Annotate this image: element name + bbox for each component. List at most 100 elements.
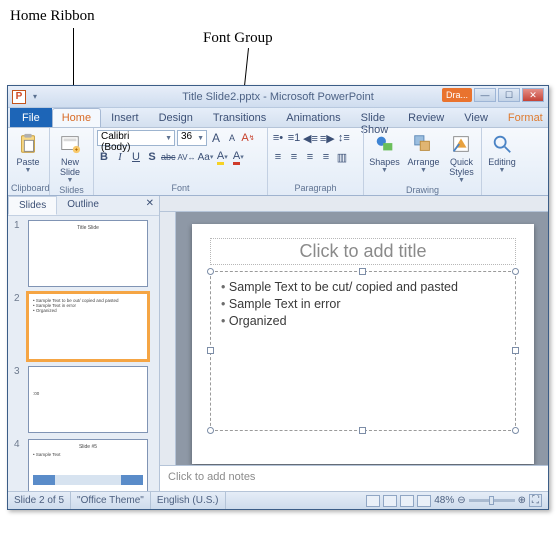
shrink-font-button[interactable]: A — [225, 130, 239, 146]
resize-handle[interactable] — [512, 347, 519, 354]
align-left-button[interactable]: ≡ — [271, 149, 285, 165]
tab-home[interactable]: Home — [52, 108, 101, 127]
tab-insert[interactable]: Insert — [101, 108, 149, 127]
thumb-number: 3 — [14, 366, 22, 433]
new-slide-label: New Slide — [60, 157, 80, 177]
paste-button[interactable]: Paste ▼ — [11, 130, 45, 174]
align-center-button[interactable]: ≡ — [287, 149, 301, 165]
font-size-select[interactable]: 36▼ — [177, 130, 207, 146]
tab-design[interactable]: Design — [149, 108, 203, 127]
user-badge[interactable]: Dra... — [442, 88, 472, 102]
group-clipboard: Paste ▼ Clipboard — [8, 128, 50, 195]
grow-font-button[interactable]: A — [209, 130, 223, 146]
slide-thumbnail-3[interactable]: :00 — [28, 366, 148, 433]
notes-pane[interactable]: Click to add notes — [160, 465, 548, 491]
resize-handle[interactable] — [207, 268, 214, 275]
thumb-number: 2 — [14, 293, 22, 360]
status-bar: Slide 2 of 5 "Office Theme" English (U.S… — [8, 491, 548, 509]
underline-button[interactable]: U — [129, 149, 143, 165]
editing-button[interactable]: Editing▼ — [485, 130, 519, 174]
normal-view-button[interactable] — [366, 495, 380, 507]
font-color-button[interactable]: A▾ — [231, 149, 245, 165]
chevron-down-icon: ▼ — [165, 135, 172, 142]
tab-review[interactable]: Review — [398, 108, 454, 127]
bullet-item[interactable]: Organized — [221, 314, 505, 328]
tab-transitions[interactable]: Transitions — [203, 108, 276, 127]
zoom-slider[interactable] — [469, 499, 515, 502]
maximize-button[interactable]: ☐ — [498, 88, 520, 102]
arrange-icon — [412, 132, 434, 156]
slide-thumbnail-2[interactable]: • Sample Text to be out/ copied and past… — [28, 293, 148, 360]
slide-stage[interactable]: Click to add title Sample Text to be cut… — [160, 212, 548, 465]
panel-tab-outline[interactable]: Outline — [57, 196, 109, 215]
panel-tab-slides[interactable]: Slides — [8, 196, 57, 215]
resize-handle[interactable] — [207, 427, 214, 434]
quick-styles-button[interactable]: Quick Styles▼ — [445, 130, 478, 184]
content-placeholder[interactable]: Sample Text to be cut/ copied and pasted… — [210, 271, 516, 431]
shapes-label: Shapes — [369, 157, 400, 167]
slide-canvas[interactable]: Click to add title Sample Text to be cut… — [192, 224, 534, 464]
quick-styles-icon — [450, 132, 472, 156]
bullets-button[interactable]: ≡• — [271, 130, 285, 146]
chevron-down-icon: ▼ — [197, 135, 204, 142]
tab-format[interactable]: Format — [498, 108, 553, 127]
slideshow-view-button[interactable] — [417, 495, 431, 507]
resize-handle[interactable] — [359, 268, 366, 275]
thumb-number: 1 — [14, 220, 22, 287]
resize-handle[interactable] — [207, 347, 214, 354]
increase-indent-button[interactable]: ≡▶ — [320, 130, 335, 146]
shapes-button[interactable]: Shapes▼ — [367, 130, 402, 174]
bullet-item[interactable]: Sample Text in error — [221, 297, 505, 311]
resize-handle[interactable] — [359, 427, 366, 434]
font-name-select[interactable]: Calibri (Body)▼ — [97, 130, 175, 146]
slide-thumbnail-4[interactable]: Slide #5 • Sample Text — [28, 439, 148, 491]
arrange-button[interactable]: Arrange▼ — [405, 130, 442, 174]
reading-view-button[interactable] — [400, 495, 414, 507]
work-area: Slides Outline ✕ 1 Title Slide 2 • Sampl… — [8, 196, 548, 491]
tab-animations[interactable]: Animations — [276, 108, 350, 127]
panel-close-button[interactable]: ✕ — [141, 196, 159, 215]
annotation-font-group: Font Group — [203, 30, 273, 47]
fit-to-window-button[interactable]: ⛶ — [529, 494, 542, 507]
tab-file[interactable]: File — [10, 108, 52, 127]
char-spacing-button[interactable]: AV↔ — [178, 149, 196, 165]
title-placeholder[interactable]: Click to add title — [210, 238, 516, 265]
decrease-indent-button[interactable]: ◀≡ — [303, 130, 318, 146]
highlight-button[interactable]: A▾ — [215, 149, 229, 165]
group-label-paragraph: Paragraph — [271, 182, 360, 195]
app-window: P ▾ Title Slide2.pptx - Microsoft PowerP… — [7, 85, 549, 510]
minimize-button[interactable]: — — [474, 88, 496, 102]
close-button[interactable]: ✕ — [522, 88, 544, 102]
font-name-value: Calibri (Body) — [101, 131, 130, 153]
shapes-icon — [374, 132, 396, 156]
tab-view[interactable]: View — [454, 108, 498, 127]
numbering-button[interactable]: ≡1 — [287, 130, 301, 146]
zoom-in-button[interactable]: ⊕ — [518, 495, 526, 506]
resize-handle[interactable] — [512, 427, 519, 434]
slide-thumbnail-1[interactable]: Title Slide — [28, 220, 148, 287]
group-slides: ✦ New Slide ▼ Slides — [50, 128, 94, 195]
tab-slideshow[interactable]: Slide Show — [351, 108, 399, 127]
group-label-clipboard: Clipboard — [11, 182, 46, 195]
justify-button[interactable]: ≡ — [319, 149, 333, 165]
group-label-editing — [485, 192, 521, 195]
clear-format-button[interactable]: A↯ — [241, 130, 255, 146]
change-case-button[interactable]: Aa▾ — [198, 149, 214, 165]
qat-customize-icon[interactable]: ▾ — [30, 92, 40, 101]
bullet-item[interactable]: Sample Text to be cut/ copied and pasted — [221, 280, 505, 294]
columns-button[interactable]: ▥ — [335, 149, 349, 165]
status-language[interactable]: English (U.S.) — [151, 492, 226, 509]
shadow-button[interactable]: S — [145, 149, 159, 165]
chevron-down-icon: ▼ — [25, 167, 32, 174]
align-right-button[interactable]: ≡ — [303, 149, 317, 165]
line-spacing-button[interactable]: ↕≡ — [337, 130, 351, 146]
group-font: Calibri (Body)▼ 36▼ A A A↯ B I U S abc A… — [94, 128, 268, 195]
resize-handle[interactable] — [512, 268, 519, 275]
strike-button[interactable]: abc — [161, 149, 176, 165]
new-slide-button[interactable]: ✦ New Slide ▼ — [53, 130, 87, 184]
vertical-ruler — [160, 212, 176, 465]
sorter-view-button[interactable] — [383, 495, 397, 507]
group-label-font: Font — [97, 182, 264, 195]
zoom-out-button[interactable]: ⊖ — [457, 495, 465, 506]
app-icon: P — [12, 90, 26, 104]
